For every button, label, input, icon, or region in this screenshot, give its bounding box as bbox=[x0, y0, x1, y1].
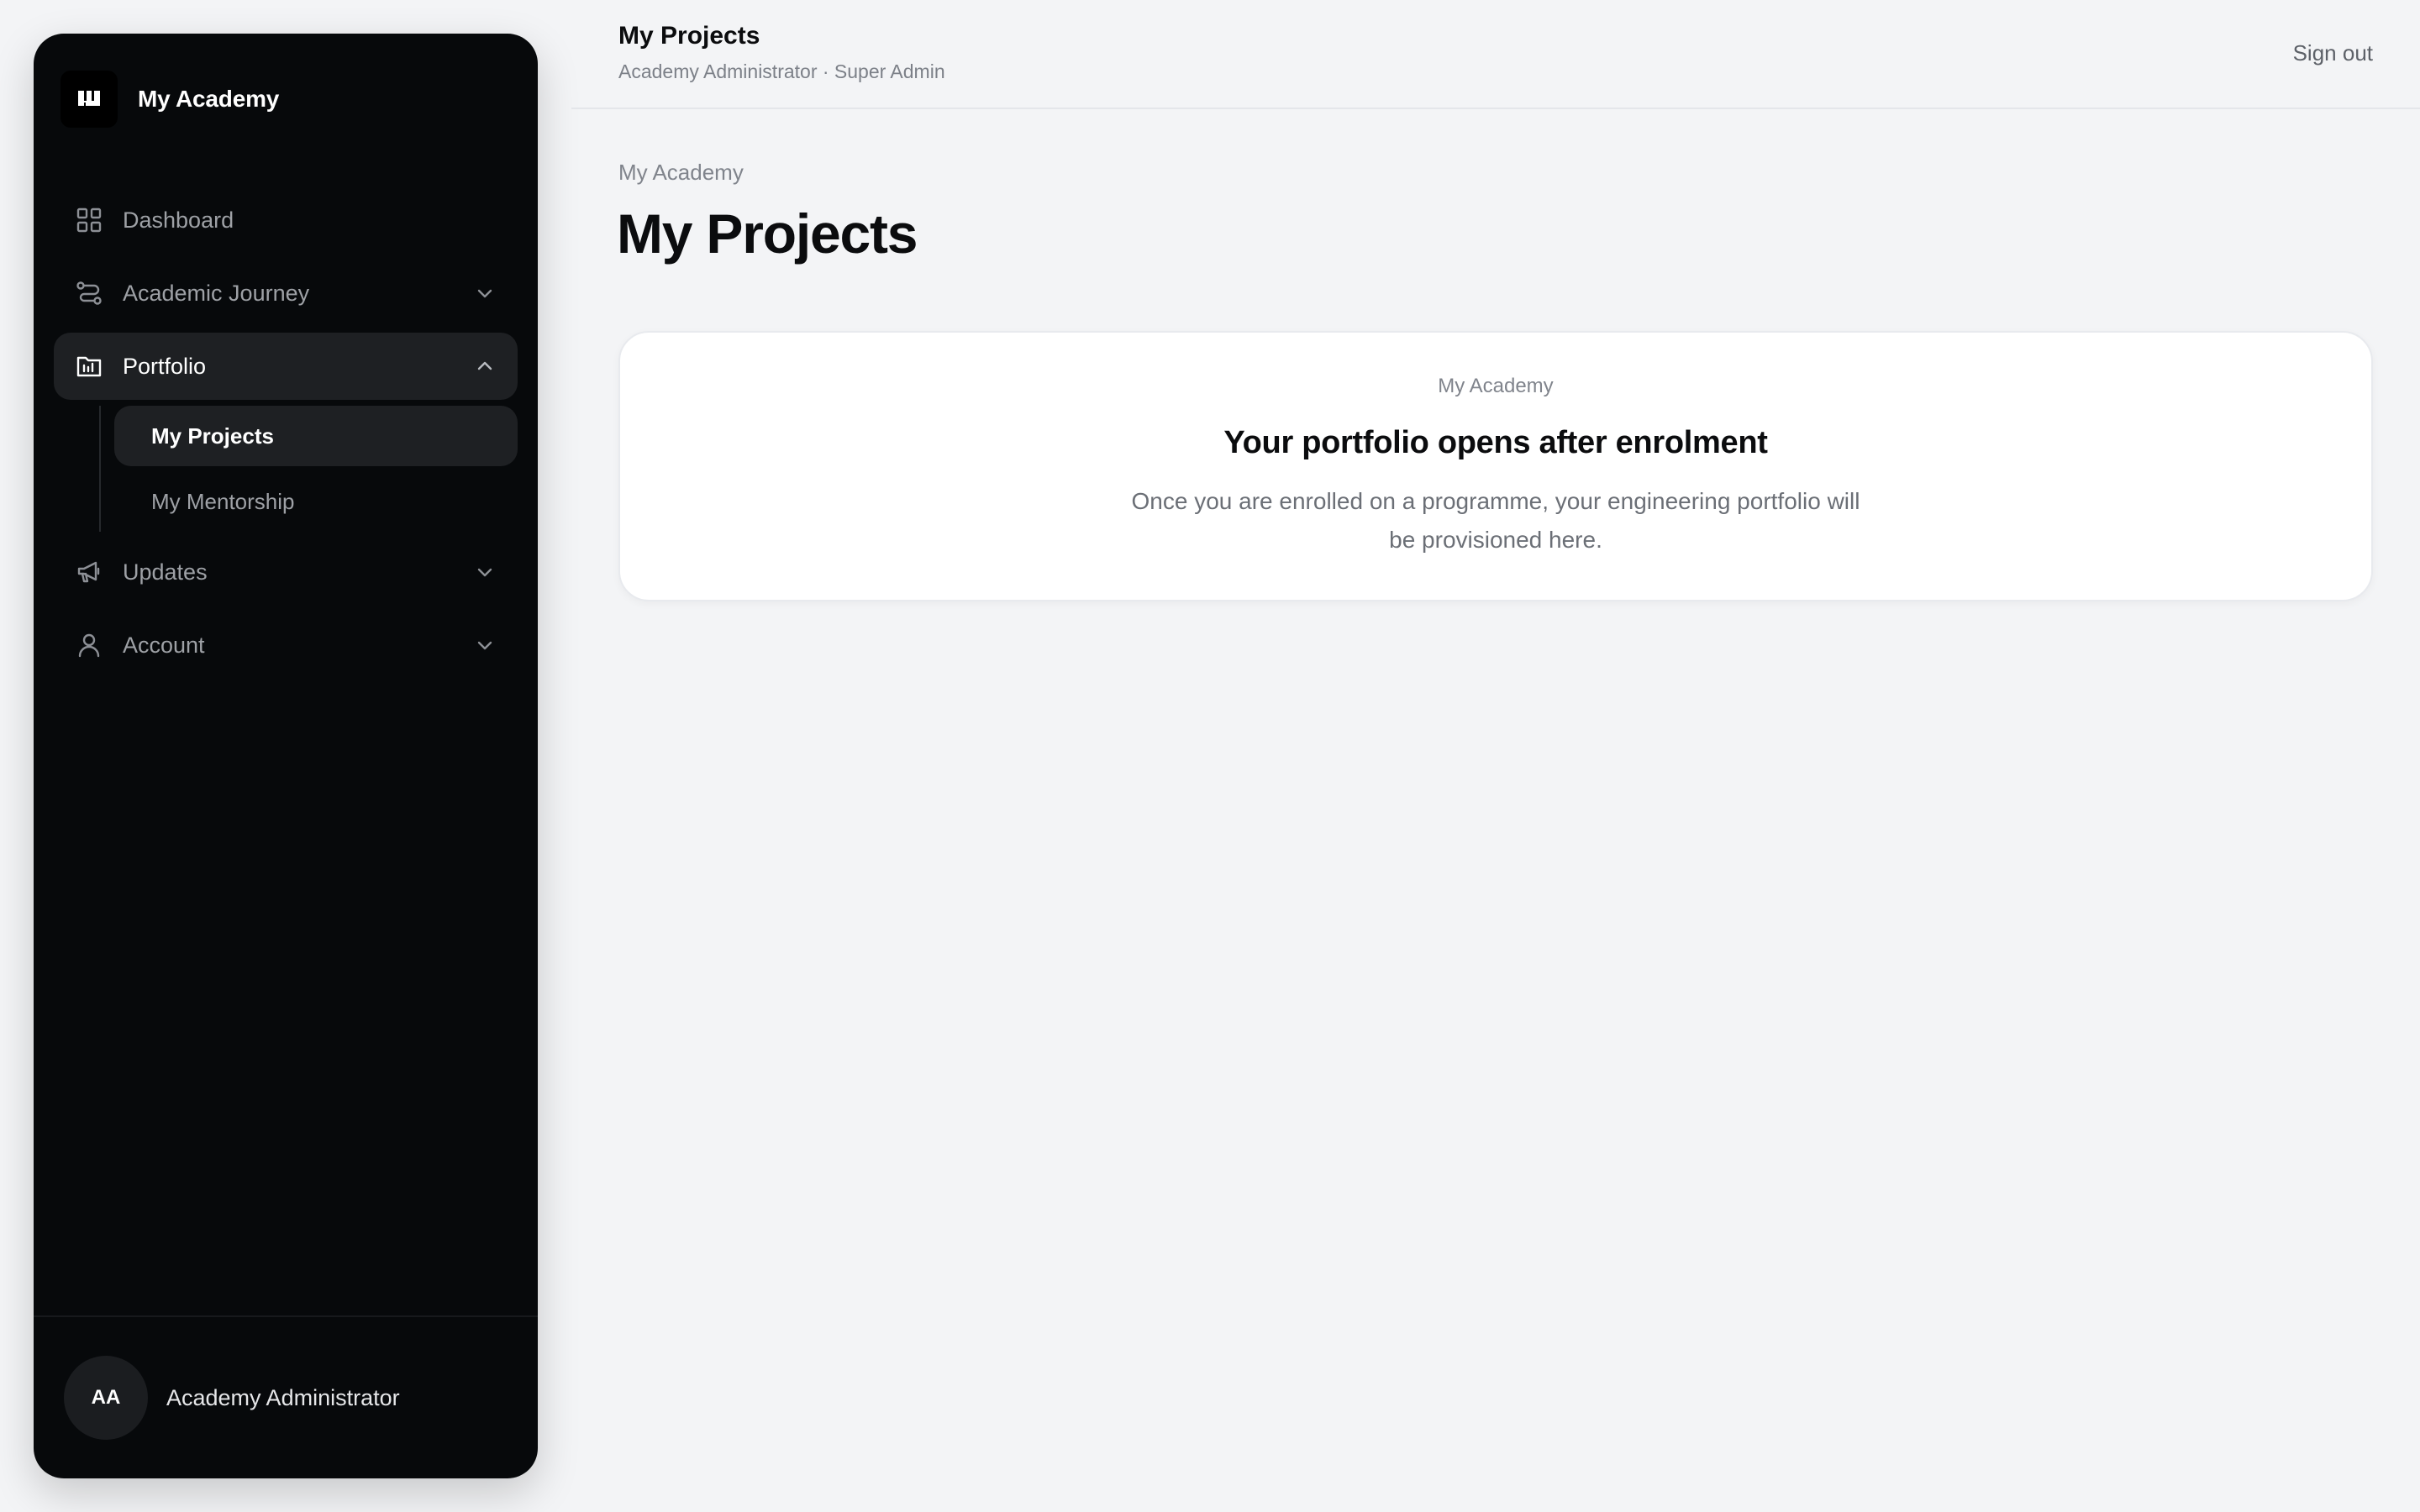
top-bar: My Projects Academy Administrator · Supe… bbox=[571, 0, 2420, 109]
sidebar-item-label: Dashboard bbox=[123, 207, 234, 233]
sidebar-item-label: Academic Journey bbox=[123, 280, 310, 306]
sidebar-nav: Dashboard Academic Journey Portfolio My … bbox=[54, 186, 518, 685]
sidebar-item-label: Account bbox=[123, 632, 205, 658]
sidebar-subitem-my-mentorship[interactable]: My Mentorship bbox=[114, 471, 518, 532]
brand-logo-icon bbox=[60, 71, 118, 128]
sidebar-subitem-label: My Mentorship bbox=[151, 488, 295, 514]
header-title: My Projects bbox=[618, 22, 760, 50]
avatar: AA bbox=[64, 1356, 148, 1440]
empty-state-body: Once you are enrolled on a programme, yo… bbox=[1131, 488, 1860, 553]
sidebar-item-label: Updates bbox=[123, 559, 208, 585]
route-icon bbox=[74, 278, 104, 308]
sidebar-subitem-label: My Projects bbox=[151, 423, 274, 449]
grid-icon bbox=[74, 205, 104, 235]
portfolio-subnav: My Projects My Mentorship bbox=[96, 406, 518, 532]
brand[interactable]: My Academy bbox=[60, 71, 279, 128]
user-profile[interactable]: AA Academy Administrator bbox=[34, 1315, 538, 1478]
sidebar-item-portfolio[interactable]: Portfolio bbox=[54, 333, 518, 400]
sidebar-item-account[interactable]: Account bbox=[54, 612, 518, 679]
brand-name: My Academy bbox=[138, 86, 280, 112]
sidebar-item-label: Portfolio bbox=[123, 353, 207, 379]
sidebar-item-academic-journey[interactable]: Academic Journey bbox=[54, 260, 518, 327]
chevron-down-icon bbox=[477, 289, 492, 298]
page-title: My Projects bbox=[617, 202, 918, 265]
sidebar: My Academy Dashboard Academic Journey Po… bbox=[34, 34, 538, 1478]
subnav-divider bbox=[99, 406, 101, 532]
user-icon bbox=[74, 630, 104, 660]
sign-out-button[interactable]: Sign out bbox=[2293, 40, 2373, 66]
breadcrumb[interactable]: My Academy bbox=[618, 160, 744, 186]
empty-state-card: My Academy Your portfolio opens after en… bbox=[618, 331, 2373, 601]
empty-state-title: Your portfolio opens after enrolment bbox=[1223, 425, 1768, 460]
sidebar-item-updates[interactable]: Updates bbox=[54, 538, 518, 606]
chevron-up-icon bbox=[477, 361, 492, 370]
folder-chart-icon bbox=[74, 351, 104, 381]
chevron-down-icon bbox=[477, 568, 492, 577]
empty-state-eyebrow: My Academy bbox=[1438, 375, 1554, 397]
sidebar-subitem-my-projects[interactable]: My Projects bbox=[114, 406, 518, 466]
megaphone-icon bbox=[74, 557, 104, 587]
chevron-down-icon bbox=[477, 641, 492, 650]
sidebar-item-dashboard[interactable]: Dashboard bbox=[54, 186, 518, 254]
user-name: Academy Administrator bbox=[166, 1384, 400, 1410]
header-subtitle: Academy Administrator · Super Admin bbox=[618, 60, 945, 82]
